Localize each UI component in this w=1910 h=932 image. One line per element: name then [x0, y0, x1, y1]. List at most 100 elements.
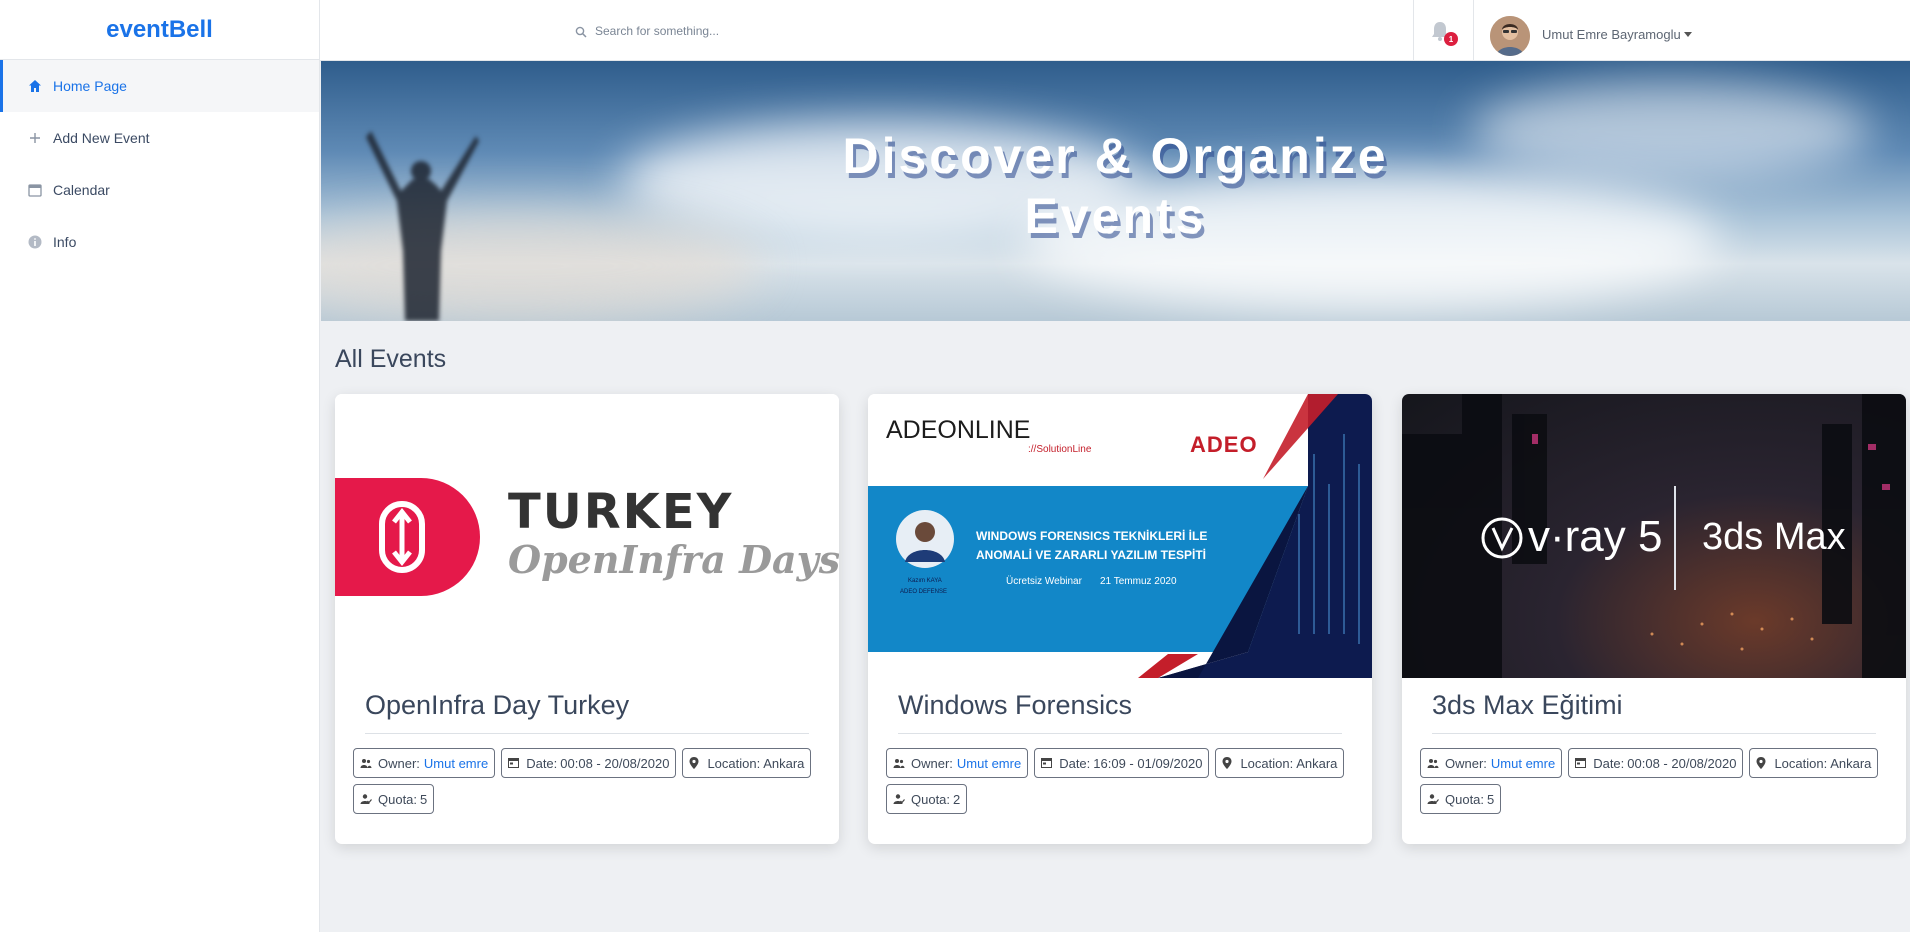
user-check-icon [1427, 793, 1439, 805]
date-badge: Date: 00:08 - 20/08/2020 [501, 748, 677, 778]
sidebar-item-home[interactable]: Home Page [0, 60, 319, 112]
user-check-icon [893, 793, 905, 805]
calendar-icon [508, 757, 520, 769]
section-title: All Events [335, 345, 447, 373]
banner-text: Ücretsiz Webinar [1006, 576, 1082, 587]
banner-text: WINDOWS FORENSICS TEKNİKLERİ İLE [976, 529, 1208, 543]
date-value: 16:09 - 01/09/2020 [1093, 755, 1203, 771]
card-divider [898, 733, 1342, 734]
date-label: Date: [526, 755, 558, 771]
sidebar-item-label: Calendar [53, 182, 110, 198]
location-value: Ankara [1296, 755, 1338, 771]
topbar-divider [1473, 0, 1474, 60]
location-value: Ankara [763, 755, 805, 771]
hero-title-line: Discover & Organize [842, 128, 1389, 184]
card-divider [1432, 733, 1876, 734]
location-label: Location: [1774, 755, 1828, 771]
user-check-icon [360, 793, 372, 805]
user-menu[interactable]: Umut Emre Bayramoglu [1542, 27, 1692, 42]
banner-text: v·ray 5 [1528, 512, 1663, 561]
sidebar: eventBell Home Page Add New Event Calend… [0, 0, 320, 932]
event-image[interactable]: TURKEY OpenInfra Days [335, 394, 839, 678]
event-title[interactable]: 3ds Max Eğitimi [1432, 690, 1623, 721]
banner-text: 3ds Max [1702, 516, 1846, 558]
map-pin-icon [1756, 757, 1768, 769]
sidebar-item-calendar[interactable]: Calendar [0, 164, 319, 216]
quota-value: 2 [953, 791, 961, 807]
date-badge: Date: 16:09 - 01/09/2020 [1034, 748, 1210, 778]
owner-label: Owner: [1445, 755, 1487, 771]
hero-title: Discover & Organize Events [321, 126, 1910, 246]
topbar-divider [1413, 0, 1414, 60]
avatar[interactable] [1490, 16, 1530, 56]
sidebar-item-label: Add New Event [53, 130, 150, 146]
event-meta: Owner: Umut emre Date: 00:08 - 20/08/202… [353, 748, 823, 814]
calendar-icon [27, 182, 43, 198]
calendar-icon [1575, 757, 1587, 769]
sidebar-nav: Home Page Add New Event Calendar Info [0, 60, 319, 268]
banner-text: ADEO [1190, 432, 1258, 457]
location-label: Location: [707, 755, 761, 771]
info-icon [27, 234, 43, 250]
brand-logo[interactable]: eventBell [0, 0, 319, 60]
hero-banner: Discover & Organize Events [321, 61, 1910, 321]
location-badge: Location: Ankara [682, 748, 812, 778]
date-value: 00:08 - 20/08/2020 [560, 755, 670, 771]
banner-text: 21 Temmuz 2020 [1100, 576, 1177, 587]
users-icon [893, 757, 905, 769]
quota-badge: Quota: 5 [353, 784, 435, 814]
hero-title-line: Events [1024, 188, 1207, 244]
map-pin-icon [1222, 757, 1234, 769]
date-value: 00:08 - 20/08/2020 [1627, 755, 1737, 771]
location-label: Location: [1240, 755, 1294, 771]
banner-text: Kazım KAYA [908, 578, 942, 584]
home-icon [27, 78, 43, 94]
event-title[interactable]: OpenInfra Day Turkey [365, 690, 629, 721]
date-label: Date: [1059, 755, 1091, 771]
location-badge: Location: Ankara [1749, 748, 1879, 778]
search-box [575, 20, 975, 42]
banner-text: OpenInfra Days [508, 537, 839, 582]
users-icon [360, 757, 372, 769]
caret-down-icon [1683, 32, 1692, 37]
event-image[interactable]: v·ray 5 3ds Max [1402, 394, 1906, 678]
owner-label: Owner: [378, 755, 420, 771]
event-meta: Owner: Umut emre Date: 00:08 - 20/08/202… [1420, 748, 1890, 814]
sidebar-item-info[interactable]: Info [0, 216, 319, 268]
event-card[interactable]: v·ray 5 3ds Max 3ds Max Eğitimi Owner: U… [1402, 394, 1906, 844]
card-divider [365, 733, 809, 734]
location-badge: Location: Ankara [1215, 748, 1345, 778]
sidebar-item-label: Info [53, 234, 77, 250]
map-pin-icon [689, 757, 701, 769]
owner-link[interactable]: Umut emre [424, 756, 488, 771]
event-card[interactable]: TURKEY OpenInfra Days OpenInfra Day Turk… [335, 394, 839, 844]
calendar-icon [1041, 757, 1053, 769]
owner-badge: Owner: Umut emre [886, 748, 1029, 778]
openinfra-logo [335, 478, 480, 596]
owner-badge: Owner: Umut emre [1420, 748, 1563, 778]
plus-icon [27, 130, 43, 146]
quota-badge: Quota: 2 [886, 784, 968, 814]
event-image[interactable]: ADEONLINE ://SolutionLine ADEO WINDOWS F… [868, 394, 1372, 678]
event-title[interactable]: Windows Forensics [898, 690, 1132, 721]
search-input[interactable] [595, 24, 955, 38]
quota-value: 5 [420, 791, 428, 807]
banner-text: TURKEY [508, 484, 734, 540]
notification-badge: 1 [1444, 32, 1458, 46]
quota-label: Quota: [378, 791, 418, 807]
date-badge: Date: 00:08 - 20/08/2020 [1568, 748, 1744, 778]
event-meta: Owner: Umut emre Date: 16:09 - 01/09/202… [886, 748, 1356, 814]
owner-label: Owner: [911, 755, 953, 771]
user-name: Umut Emre Bayramoglu [1542, 27, 1681, 42]
sidebar-item-add-new-event[interactable]: Add New Event [0, 112, 319, 164]
owner-link[interactable]: Umut emre [1491, 756, 1555, 771]
quota-value: 5 [1487, 791, 1495, 807]
location-value: Ankara [1830, 755, 1872, 771]
users-icon [1427, 757, 1439, 769]
event-card[interactable]: ADEONLINE ://SolutionLine ADEO WINDOWS F… [868, 394, 1372, 844]
banner-text: ://SolutionLine [1028, 444, 1092, 455]
openinfra-logo-mark [379, 501, 425, 573]
owner-link[interactable]: Umut emre [957, 756, 1021, 771]
topbar: 1 Umut Emre Bayramoglu [320, 0, 1910, 61]
search-icon [575, 25, 587, 38]
